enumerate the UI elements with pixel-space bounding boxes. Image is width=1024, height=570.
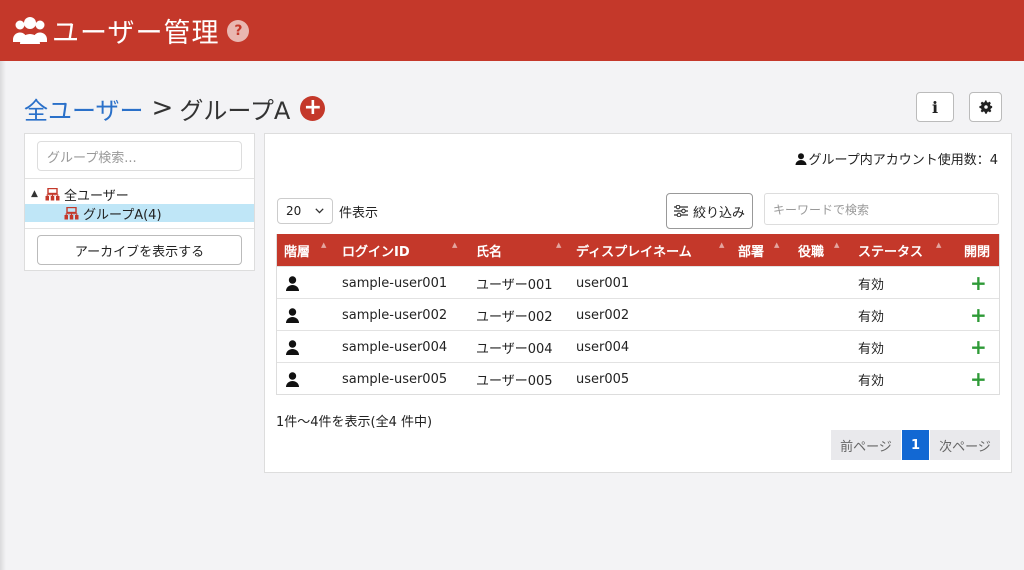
app-title: ユーザー管理 bbox=[52, 18, 220, 49]
column-header-name[interactable]: 氏名 ▲ bbox=[476, 234, 561, 266]
column-header-department[interactable]: 部署 ▲ bbox=[738, 234, 779, 266]
cell-status: 有効 bbox=[858, 341, 885, 357]
page-length-select[interactable]: 20 bbox=[277, 198, 333, 224]
prev-page-button[interactable]: 前ページ bbox=[831, 430, 901, 460]
chevron-down-icon bbox=[315, 208, 324, 214]
breadcrumb-all-users-link[interactable]: 全ユーザー bbox=[24, 91, 144, 126]
cell-status: 有効 bbox=[858, 373, 885, 389]
table-row[interactable]: sample-user005 ユーザー005 user005 有効 + bbox=[277, 362, 999, 394]
page-length-control: 20 件表示 bbox=[277, 198, 378, 224]
expand-plus-icon[interactable]: + bbox=[970, 331, 987, 363]
cell-status: 有効 bbox=[858, 277, 885, 293]
person-icon bbox=[286, 267, 299, 299]
page-length-value: 20 bbox=[286, 204, 302, 218]
tree-node-label: 全ユーザー bbox=[64, 188, 129, 204]
cell-login-id: sample-user005 bbox=[342, 371, 448, 387]
user-table: 階層 ▲ ログインID ▲ 氏名 ▲ ディスプレイネーム ▲ 部署 ▲ 役職 ▲ ステータス… bbox=[276, 234, 1000, 395]
gear-icon bbox=[978, 100, 992, 114]
expand-plus-icon[interactable]: + bbox=[970, 299, 987, 331]
breadcrumb: 全ユーザー > グループA + bbox=[24, 91, 326, 126]
breadcrumb-current: グループA bbox=[179, 96, 291, 125]
filter-button-label: 絞り込み bbox=[692, 205, 745, 221]
table-header: 階層 ▲ ログインID ▲ 氏名 ▲ ディスプレイネーム ▲ 部署 ▲ 役職 ▲ ステータス… bbox=[277, 234, 999, 266]
cell-name: ユーザー005 bbox=[476, 373, 553, 389]
next-page-button[interactable]: 次ページ bbox=[930, 430, 1000, 460]
cell-display-name: user004 bbox=[576, 339, 630, 355]
cell-name: ユーザー004 bbox=[476, 341, 553, 357]
person-icon bbox=[286, 363, 299, 395]
cell-login-id: sample-user004 bbox=[342, 339, 448, 355]
keyword-search-input[interactable]: キーワードで検索 bbox=[764, 193, 999, 225]
tree-node-group-a[interactable]: グループA(4) bbox=[25, 204, 254, 223]
tree-node-label: グループA(4) bbox=[83, 207, 162, 223]
cell-display-name: user005 bbox=[576, 371, 630, 387]
column-header-toggle: 開閉 bbox=[964, 244, 991, 260]
user-list-panel: グループ内アカウント使用数：4 20 件表示 絞り込み キーワードで検索 階層 ▲… bbox=[264, 133, 1012, 473]
org-icon bbox=[64, 206, 79, 219]
person-icon bbox=[286, 331, 299, 363]
sidebar-divider bbox=[25, 178, 254, 179]
tree-caret-icon[interactable]: ▲ bbox=[31, 189, 45, 199]
table-row[interactable]: sample-user001 ユーザー001 user001 有効 + bbox=[277, 266, 999, 298]
filter-button[interactable]: 絞り込み bbox=[666, 193, 753, 229]
sidebar-divider bbox=[25, 228, 254, 229]
help-icon[interactable]: ? bbox=[227, 19, 250, 42]
cell-display-name: user002 bbox=[576, 307, 630, 323]
person-icon bbox=[795, 152, 806, 165]
column-header-position[interactable]: 役職 ▲ bbox=[798, 234, 839, 266]
app-header: ユーザー管理 ? bbox=[0, 0, 1024, 61]
expand-plus-icon[interactable]: + bbox=[970, 267, 987, 299]
org-icon bbox=[45, 187, 60, 200]
cell-display-name: user001 bbox=[576, 275, 630, 291]
breadcrumb-separator: > bbox=[151, 93, 174, 123]
cell-name: ユーザー002 bbox=[476, 309, 553, 325]
account-usage-label: グループ内アカウント使用数：4 bbox=[808, 153, 999, 168]
column-header-display-name[interactable]: ディスプレイネーム ▲ bbox=[576, 234, 724, 266]
cell-status: 有効 bbox=[858, 309, 885, 325]
users-icon bbox=[12, 16, 48, 44]
column-header-login-id[interactable]: ログインID ▲ bbox=[342, 234, 457, 266]
cell-login-id: sample-user001 bbox=[342, 275, 448, 291]
expand-plus-icon[interactable]: + bbox=[970, 363, 987, 395]
page-length-suffix: 件表示 bbox=[339, 205, 379, 221]
cell-login-id: sample-user002 bbox=[342, 307, 448, 323]
info-button[interactable]: i bbox=[916, 92, 954, 122]
group-search-input[interactable]: グループ検索... bbox=[37, 141, 242, 171]
sliders-icon bbox=[673, 205, 688, 217]
show-archive-button[interactable]: アーカイブを表示する bbox=[37, 235, 242, 265]
page-number-button[interactable]: 1 bbox=[902, 430, 929, 460]
table-row[interactable]: sample-user002 ユーザー002 user002 有効 + bbox=[277, 298, 999, 330]
column-header-level[interactable]: 階層 ▲ bbox=[284, 234, 326, 266]
group-sidebar: グループ検索... ▲ 全ユーザー グループA(4) アーカイブを表示する bbox=[24, 133, 255, 271]
cell-name: ユーザー001 bbox=[476, 277, 553, 293]
person-icon bbox=[286, 299, 299, 331]
add-circle-icon[interactable]: + bbox=[300, 95, 326, 121]
tree-node-all-users[interactable]: ▲ 全ユーザー bbox=[31, 185, 251, 204]
settings-button[interactable] bbox=[969, 92, 1002, 122]
table-info: 1件～4件を表示(全4 件中) bbox=[276, 415, 433, 430]
column-header-status[interactable]: ステータス ▲ bbox=[858, 234, 941, 266]
page-edge-shadow bbox=[0, 0, 6, 570]
table-row[interactable]: sample-user004 ユーザー004 user004 有効 + bbox=[277, 330, 999, 362]
account-usage: グループ内アカウント使用数：4 bbox=[795, 149, 999, 168]
